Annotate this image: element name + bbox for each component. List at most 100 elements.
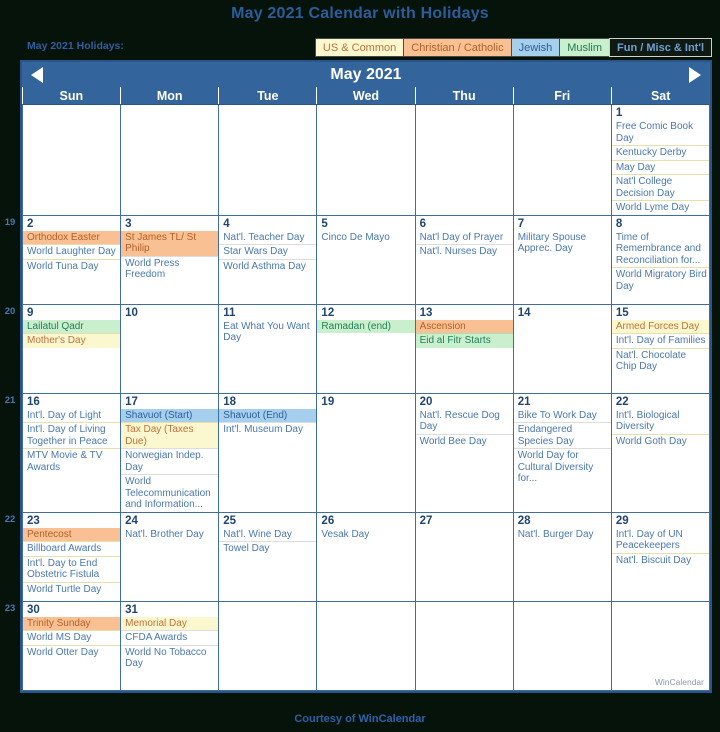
holiday-entry[interactable]: Eid al Fitr Starts — [416, 333, 513, 348]
prev-month-arrow-icon[interactable] — [31, 66, 43, 83]
holiday-entry[interactable]: Cinco De Mayo — [318, 231, 414, 245]
holiday-entry[interactable]: Norwegian Indep. Day — [121, 448, 218, 474]
holiday-entry[interactable]: Vesak Day — [318, 528, 414, 542]
day-cell-13[interactable]: 13 Ascension Eid al Fitr Starts — [414, 303, 514, 394]
holiday-entry[interactable]: Ramadan (end) — [317, 319, 415, 333]
holiday-entry[interactable]: World Otter Day — [23, 644, 120, 660]
holiday-entry[interactable]: Lailatul Qadr — [23, 319, 120, 333]
holiday-entry[interactable]: Mother's Day — [23, 333, 120, 348]
holiday-entry[interactable]: Int'l. Day of UN Peacekeepers — [612, 528, 708, 553]
holiday-entry[interactable]: Nat'l. Chocolate Chip Day — [612, 347, 709, 374]
holiday-entry[interactable]: Int'l. Day of Living Together in Peace — [23, 422, 120, 448]
holiday-entry[interactable]: Nat'l. Rescue Dog Day — [416, 409, 512, 434]
holiday-entry[interactable]: Military Spouse Apprec. Day — [514, 231, 610, 256]
day-cell-10[interactable]: 10 — [120, 303, 220, 394]
holiday-entry[interactable]: Shavuot (Start) — [121, 408, 218, 422]
holiday-entry[interactable]: Billboard Awards — [23, 541, 120, 556]
day-cell-14[interactable]: 14 — [512, 303, 612, 394]
holiday-entry[interactable]: Star Wars Day — [219, 244, 316, 259]
holiday-entry[interactable]: World Telecommunication and Information.… — [121, 474, 218, 511]
holiday-entry[interactable]: Eat What You Want Day — [220, 320, 316, 345]
day-cell-26[interactable]: 26 Vesak Day — [316, 511, 416, 602]
holiday-entry[interactable]: Orthodox Easter — [23, 230, 120, 244]
holiday-entry[interactable]: St James TL/ St Philip — [121, 230, 218, 256]
holiday-entry[interactable]: Nat'l College Decision Day — [612, 174, 709, 200]
day-cell-31[interactable]: 31 Memorial Day CFDA Awards World No Tobacc… — [120, 600, 220, 691]
holiday-entry[interactable]: May Day — [612, 159, 709, 175]
holiday-entry[interactable]: Nat'l. Brother Day — [122, 528, 218, 542]
day-cell-15[interactable]: 15 Armed Forces Day Int'l. Day of Families… — [610, 303, 711, 394]
holiday-entry[interactable]: Int'l. Museum Day — [219, 422, 316, 437]
day-cell-1[interactable]: 1 Free Comic Book Day Kentucky Derby May Da… — [610, 104, 711, 216]
day-cell-21[interactable]: 21 Bike To Work Day Endangered Species Day… — [512, 392, 612, 513]
holiday-entry[interactable]: Int'l. Day to End Obstetric Fistula — [23, 555, 120, 582]
holiday-entry[interactable]: Nat'l. Teacher Day — [220, 231, 316, 245]
holiday-entry[interactable]: Shavuot (End) — [219, 408, 316, 422]
legend-chip-mus[interactable]: Muslim — [559, 38, 611, 57]
day-cell-16[interactable]: 16 Int'l. Day of Light Int'l. Day of Livin… — [21, 392, 122, 513]
holiday-entry[interactable]: World Tuna Day — [23, 258, 120, 274]
holiday-entry[interactable]: World Goth Day — [612, 433, 709, 449]
day-cell-28[interactable]: 28 Nat'l. Burger Day — [512, 511, 612, 602]
holiday-entry[interactable]: Nat'l. Wine Day — [220, 528, 316, 542]
holiday-entry[interactable]: Bike To Work Day — [514, 409, 610, 423]
day-cell-25[interactable]: 25 Nat'l. Wine Day Towel Day — [218, 511, 318, 602]
next-month-arrow-icon[interactable] — [689, 66, 701, 83]
holiday-entry[interactable]: World Press Freedom — [121, 255, 218, 282]
day-cell-12[interactable]: 12 Ramadan (end) — [316, 303, 416, 394]
holiday-entry[interactable]: Memorial Day — [121, 616, 218, 630]
day-cell-8[interactable]: 8 Time of Remembrance and Reconciliation … — [610, 214, 711, 305]
day-cell-9[interactable]: 9 Lailatul Qadr Mother's Day — [21, 303, 122, 394]
holiday-entry[interactable]: Time of Remembrance and Reconciliation f… — [612, 231, 708, 268]
day-cell-7[interactable]: 7 Military Spouse Apprec. Day — [512, 214, 612, 305]
holiday-entry[interactable]: Pentecost — [23, 527, 120, 541]
holiday-entry[interactable]: World Migratory Bird Day — [612, 267, 709, 293]
holiday-entry[interactable]: Nat'l. Nurses Day — [416, 244, 513, 259]
holiday-entry[interactable]: World Asthma Day — [219, 258, 316, 274]
holiday-entry[interactable]: Nat'l. Biscuit Day — [612, 552, 709, 568]
legend-chip-fun[interactable]: Fun / Misc & Int'l — [609, 38, 712, 57]
holiday-entry[interactable]: Ascension — [416, 319, 513, 333]
holiday-entry[interactable]: Towel Day — [219, 541, 316, 556]
footer-brand[interactable]: WinCalendar — [359, 713, 426, 725]
legend-chip-chr[interactable]: Christian / Catholic — [403, 38, 512, 57]
day-cell-24[interactable]: 24 Nat'l. Brother Day — [120, 511, 220, 602]
day-cell-6[interactable]: 6 Nat'l Day of Prayer Nat'l. Nurses Day — [414, 214, 514, 305]
holiday-entry[interactable]: World MS Day — [23, 630, 120, 645]
legend-chip-jew[interactable]: Jewish — [510, 38, 561, 57]
holiday-entry[interactable]: Armed Forces Day — [612, 319, 709, 333]
day-cell-17[interactable]: 17 Shavuot (Start) Tax Day (Taxes Due) Norw… — [120, 392, 220, 513]
day-cell-30[interactable]: 30 Trinity Sunday World MS Day World Otter … — [21, 600, 122, 691]
day-cell-11[interactable]: 11 Eat What You Want Day — [218, 303, 318, 394]
holiday-entry[interactable]: World No Tobacco Day — [121, 644, 218, 671]
day-cell-22[interactable]: 22 Int'l. Biological Diversity World Goth … — [610, 392, 711, 513]
day-cell-3[interactable]: 3 St James TL/ St Philip World Press Freed… — [120, 214, 220, 305]
day-cell-27[interactable]: 27 — [414, 511, 514, 602]
day-cell-2[interactable]: 2 Orthodox Easter World Laughter Day World … — [21, 214, 122, 305]
holiday-entry[interactable]: Endangered Species Day — [514, 422, 611, 448]
holiday-entry[interactable]: Kentucky Derby — [612, 145, 709, 160]
holiday-entry[interactable]: World Bee Day — [416, 433, 513, 449]
holiday-entry[interactable]: World Turtle Day — [23, 581, 120, 597]
legend-chip-us[interactable]: US & Common — [314, 38, 405, 57]
day-cell-4[interactable]: 4 Nat'l. Teacher Day Star Wars Day World As… — [218, 214, 318, 305]
holiday-entry[interactable]: World Lyme Day — [612, 200, 709, 214]
holiday-entry[interactable]: Tax Day (Taxes Due) — [121, 422, 218, 448]
holiday-entry[interactable]: World Laughter Day — [23, 244, 120, 259]
day-cell-20[interactable]: 20 Nat'l. Rescue Dog Day World Bee Day — [414, 392, 514, 513]
holiday-entry[interactable]: Int'l. Day of Light — [24, 409, 120, 423]
holiday-entry[interactable]: Trinity Sunday — [23, 616, 120, 630]
day-cell-18[interactable]: 18 Shavuot (End) Int'l. Museum Day — [218, 392, 318, 513]
holiday-entry[interactable]: Nat'l Day of Prayer — [416, 231, 512, 245]
holiday-entry[interactable]: Free Comic Book Day — [612, 120, 708, 145]
holiday-entry[interactable]: CFDA Awards — [121, 630, 218, 645]
day-cell-5[interactable]: 5 Cinco De Mayo — [316, 214, 416, 305]
day-cell-19[interactable]: 19 — [316, 392, 416, 513]
day-cell-23[interactable]: 23 Pentecost Billboard Awards Int'l. Day to… — [21, 511, 122, 602]
holiday-entry[interactable]: Nat'l. Burger Day — [514, 528, 610, 542]
holiday-entry[interactable]: Int'l. Biological Diversity — [612, 409, 708, 434]
holiday-entry[interactable]: MTV Movie & TV Awards — [23, 448, 120, 474]
day-cell-29[interactable]: 29 Int'l. Day of UN Peacekeepers Nat'l. Bi… — [610, 511, 711, 602]
holiday-entry[interactable]: World Day for Cultural Diversity for... — [514, 448, 611, 486]
holiday-entry[interactable]: Int'l. Day of Families — [612, 333, 709, 348]
